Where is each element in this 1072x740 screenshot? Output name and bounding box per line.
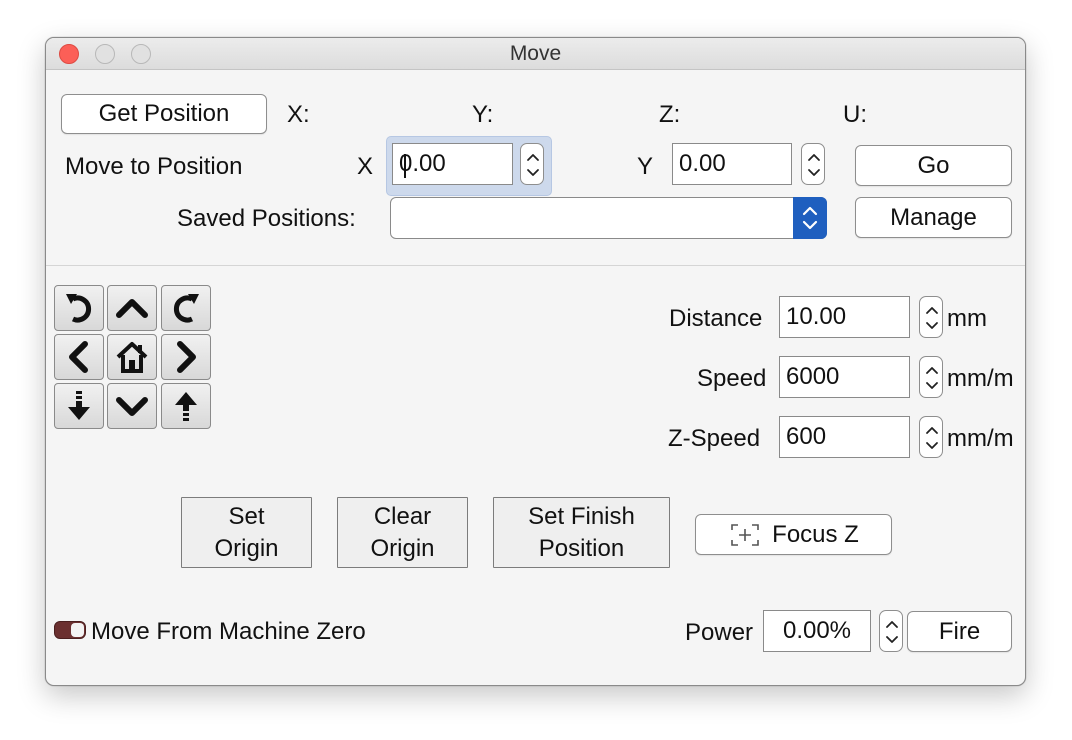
jog-down-button[interactable] [107,383,157,429]
x-position-label: X: [287,101,310,128]
stepper-arrows-icon [926,427,938,449]
y-position-label: Y: [472,101,494,128]
jog-rotate-cw-button[interactable] [161,285,211,331]
power-stepper[interactable] [879,610,903,652]
saved-positions-label: Saved Positions: [177,205,356,232]
jog-z-down-button[interactable] [54,383,104,429]
clear-origin-line1: Clear [373,502,432,530]
chevron-updown-icon [802,206,818,230]
z-position-label: Z: [659,101,681,128]
power-value: 0.00% [782,617,852,644]
focus-z-label: Focus Z [772,520,859,548]
set-finish-line2: Position [538,534,625,562]
jog-z-up-button[interactable] [161,383,211,429]
jog-home-button[interactable] [107,334,157,380]
home-icon [116,342,148,373]
z-speed-input[interactable]: 600 [779,416,910,458]
rotate-cw-icon [173,294,199,323]
title-bar: Move [46,38,1025,70]
set-origin-line2: Origin [214,534,279,562]
manage-button[interactable]: Manage [855,197,1012,238]
jog-right-button[interactable] [161,334,211,380]
arrow-left-icon [69,341,88,373]
jog-up-button[interactable] [107,285,157,331]
window-title: Move [509,42,562,65]
rotate-ccw-icon [66,294,92,323]
select-arrows [793,197,827,239]
focus-icon [731,523,759,546]
move-x-value: 0.00 [399,150,446,177]
jog-left-button[interactable] [54,334,104,380]
distance-unit: mm [947,305,987,332]
z-down-icon [68,391,90,420]
set-finish-position-button[interactable]: Set Finish Position [493,497,670,568]
text-caret [404,154,406,178]
clear-origin-line2: Origin [370,534,435,562]
jog-rotate-ccw-button[interactable] [54,285,104,331]
focus-z-button[interactable]: Focus Z [695,514,892,555]
z-speed-value: 600 [786,423,827,450]
speed-input[interactable]: 6000 [779,356,910,398]
arrow-up-icon [116,299,148,318]
u-position-label: U: [843,101,867,128]
distance-label: Distance [669,305,763,332]
z-speed-label: Z-Speed [668,425,761,452]
speed-unit: mm/m [947,365,1014,392]
clear-origin-button[interactable]: Clear Origin [337,497,468,568]
machine-zero-label: Move From Machine Zero [91,618,366,645]
stepper-arrows-icon [808,154,820,176]
saved-positions-select[interactable] [390,197,827,239]
move-x-stepper[interactable] [520,143,544,185]
distance-value: 10.00 [786,303,847,330]
distance-input[interactable]: 10.00 [779,296,910,338]
move-x-input[interactable]: 0.00 [392,143,513,185]
toggle-knob [71,623,84,637]
speed-value: 6000 [786,363,840,390]
power-input[interactable]: 0.00% [763,610,871,652]
machine-zero-toggle[interactable] [54,621,86,639]
speed-label: Speed [697,365,767,392]
move-y-value: 0.00 [679,150,726,177]
stepper-arrows-icon [926,307,938,329]
stepper-arrows-icon [527,154,539,176]
section-divider [46,265,1025,266]
move-window: Move Get Position X: Y: Z: U: Move to Po… [45,37,1026,686]
fire-button[interactable]: Fire [907,611,1012,652]
arrow-right-icon [177,341,196,373]
move-y-input[interactable]: 0.00 [672,143,792,185]
z-up-icon [175,392,197,421]
move-x-label: X [357,153,374,180]
speed-stepper[interactable] [919,356,943,398]
arrow-down-icon [116,397,148,416]
move-to-position-label: Move to Position [65,153,243,180]
stepper-arrows-icon [886,621,898,643]
get-position-button[interactable]: Get Position [61,94,267,134]
power-label: Power [685,619,754,646]
z-speed-stepper[interactable] [919,416,943,458]
set-origin-button[interactable]: Set Origin [181,497,312,568]
move-y-label: Y [637,153,654,180]
stepper-arrows-icon [926,367,938,389]
go-button[interactable]: Go [855,145,1012,186]
move-y-stepper[interactable] [801,143,825,185]
set-finish-line1: Set Finish [528,502,635,530]
set-origin-line1: Set [228,502,265,530]
z-speed-unit: mm/m [947,425,1014,452]
distance-stepper[interactable] [919,296,943,338]
